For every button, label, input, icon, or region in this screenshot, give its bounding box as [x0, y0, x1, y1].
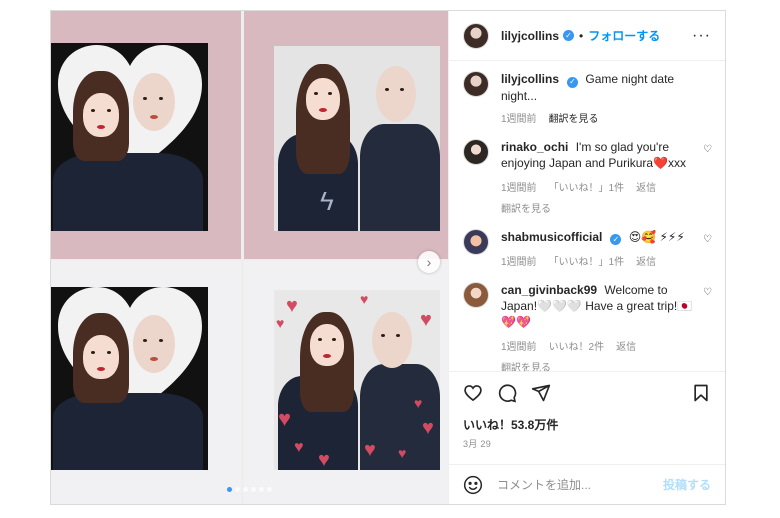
- comment-item: rinako_ochi I'm so glad you're enjoying …: [463, 138, 713, 215]
- heart-sticker-icon: ♥: [276, 315, 285, 331]
- avatar[interactable]: [463, 22, 489, 49]
- comment-text: 😍🥰 ⚡⚡⚡: [628, 229, 685, 244]
- comment-username[interactable]: can_givinback99: [501, 283, 597, 297]
- purikura-photo: [51, 287, 208, 470]
- post-header: lilyjcollins ✓ • フォローする ···: [449, 11, 725, 61]
- comment-item: shabmusicofficial ✓ 😍🥰 ⚡⚡⚡ 1週間前 「いいね！」1件 …: [463, 228, 713, 268]
- carousel-next-button[interactable]: ›: [418, 251, 440, 273]
- follow-button[interactable]: フォローする: [588, 27, 660, 44]
- heart-sticker-icon: ♥: [420, 309, 432, 331]
- likes-count[interactable]: いいね！53.8万件: [463, 416, 711, 433]
- reply-button[interactable]: 返信: [636, 179, 656, 194]
- purikura-photo: [51, 43, 208, 231]
- comment-composer: 投稿する: [449, 464, 725, 504]
- avatar[interactable]: [463, 282, 489, 308]
- verified-badge-icon: ✓: [610, 234, 622, 245]
- carousel-dot: [235, 487, 240, 492]
- emoji-icon[interactable]: [463, 475, 483, 495]
- comment-bubble-icon[interactable]: [497, 383, 517, 403]
- translate-link[interactable]: 翻訳を見る: [501, 359, 695, 371]
- heart-sticker-icon: ♥: [422, 417, 434, 439]
- post-side-panel: lilyjcollins ✓ • フォローする ··· lilyjcollins…: [448, 11, 725, 504]
- post-comment-button[interactable]: 投稿する: [663, 476, 711, 493]
- translate-link[interactable]: 翻訳を見る: [501, 200, 695, 215]
- caption: lilyjcollins ✓ Game night date night... 1…: [463, 71, 711, 125]
- reply-button[interactable]: 返信: [616, 338, 636, 353]
- carousel-dot: [227, 487, 232, 492]
- heart-outline-icon[interactable]: ♡: [703, 288, 713, 298]
- bookmark-icon[interactable]: [691, 383, 711, 403]
- caption-username[interactable]: lilyjcollins: [501, 72, 559, 86]
- lightning-print: ϟ: [320, 186, 334, 216]
- chevron-right-icon: ›: [426, 254, 432, 270]
- heart-sticker-icon: ♥: [278, 406, 292, 431]
- heart-sticker-icon: ♥: [364, 439, 376, 461]
- heart-sticker-icon: ♥: [398, 445, 407, 461]
- post-date: 3月 29: [463, 439, 492, 449]
- carousel-dot: [259, 487, 264, 492]
- more-options-icon[interactable]: ···: [692, 27, 711, 45]
- purikura-photo: ϟ: [274, 46, 440, 231]
- carousel-dot: [251, 487, 256, 492]
- header-username[interactable]: lilyjcollins: [501, 29, 559, 43]
- comments-list[interactable]: lilyjcollins ✓ Game night date night... 1…: [449, 61, 725, 371]
- comment-likes[interactable]: いいね！2件: [549, 338, 605, 353]
- comment-likes[interactable]: 「いいね！」1件: [549, 179, 625, 194]
- comment-username[interactable]: shabmusicofficial: [501, 230, 602, 244]
- carousel-dot: [267, 487, 272, 492]
- comment-time[interactable]: 1週間前: [501, 338, 537, 353]
- translate-link[interactable]: 翻訳を見る: [549, 110, 599, 125]
- verified-badge-icon: ✓: [563, 30, 575, 41]
- like-heart-icon[interactable]: [463, 383, 483, 403]
- purikura-photo: ♥ ♥ ♥ ♥ ♥ ♥ ♥ ♥ ♥ ♥ ♥: [274, 290, 440, 470]
- heart-sticker-icon: ♥: [318, 449, 330, 470]
- comment-input[interactable]: [495, 476, 663, 493]
- comment-likes[interactable]: 「いいね！」1件: [549, 253, 625, 268]
- heart-outline-icon[interactable]: ♡: [703, 144, 713, 155]
- avatar[interactable]: [463, 71, 489, 97]
- carousel-indicator: [51, 487, 448, 492]
- post-dialog: ϟ ♥ ♥ ♥ ♥ ♥ ♥ ♥ ♥ ♥ ♥ ♥ › lilyjcollins ✓…: [50, 10, 726, 505]
- heart-sticker-icon: ♥: [360, 291, 369, 307]
- avatar[interactable]: [463, 228, 489, 255]
- heart-sticker-icon: ♥: [286, 295, 298, 317]
- comment-item: can_givinback99 Welcome to Japan!🤍🤍🤍 Hav…: [463, 282, 713, 371]
- comment-time[interactable]: 1週間前: [501, 179, 537, 194]
- heart-sticker-icon: ♥: [414, 395, 423, 411]
- post-media[interactable]: ϟ ♥ ♥ ♥ ♥ ♥ ♥ ♥ ♥ ♥ ♥ ♥ ›: [51, 11, 448, 504]
- verified-badge-icon: ✓: [567, 76, 579, 88]
- heart-outline-icon[interactable]: ♡: [703, 234, 713, 245]
- carousel-dot: [243, 487, 248, 492]
- avatar[interactable]: [463, 138, 489, 165]
- separator-dot: •: [579, 28, 584, 43]
- comment-username[interactable]: rinako_ochi: [501, 140, 568, 154]
- share-plane-icon[interactable]: [531, 383, 551, 403]
- comment-time[interactable]: 1週間前: [501, 253, 537, 268]
- heart-sticker-icon: ♥: [294, 439, 304, 456]
- reply-button[interactable]: 返信: [636, 253, 656, 268]
- post-actions: いいね！53.8万件 3月 29: [449, 371, 725, 450]
- caption-time[interactable]: 1週間前: [501, 110, 537, 125]
